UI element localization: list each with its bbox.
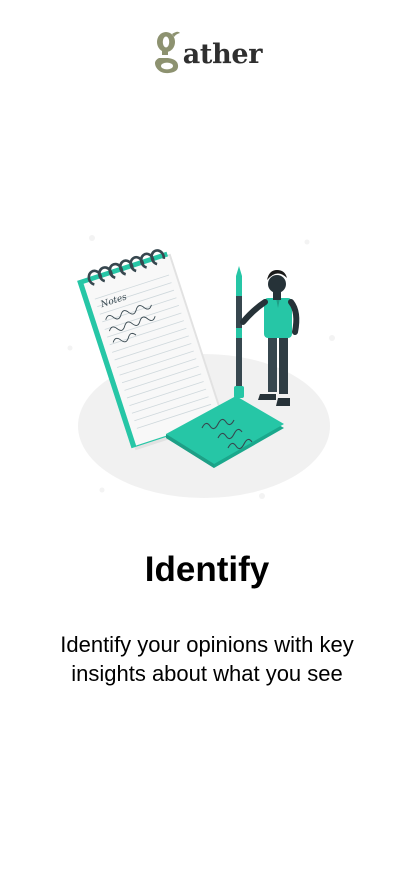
onboarding-illustration: Notes [62,228,352,504]
app-logo: ather [0,24,414,80]
gather-g-logo-icon [154,31,180,74]
page-description: Identify your opinions with key insights… [60,632,354,686]
notes-and-person-illustration-icon: Notes [67,235,335,499]
gather-wordmark: ather [152,27,263,77]
logo-text: ather [182,38,263,70]
page-title: Identify [144,550,270,589]
